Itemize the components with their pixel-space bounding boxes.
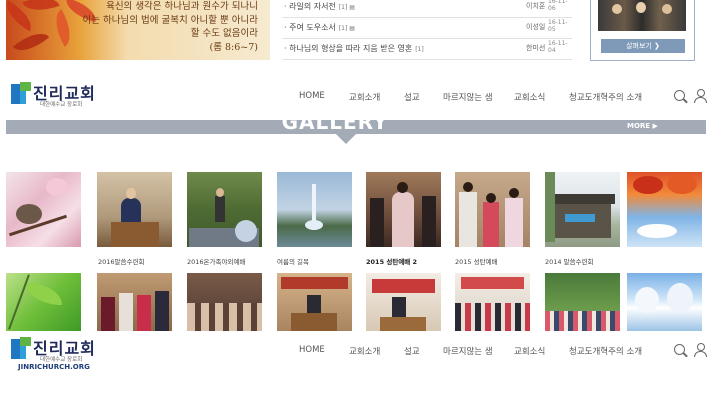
news-list-item[interactable]: · 라일의 자서전 [1] ▤ 이치훈 16-11-06 [282, 0, 572, 18]
nav-puritan-reform[interactable]: 청교도개혁주의 소개 [569, 345, 642, 357]
comment-count: [1] ▤ [338, 4, 355, 11]
comment-count: [1] [415, 46, 424, 53]
news-date: 16-11-06 [548, 0, 568, 12]
user-icon[interactable] [694, 89, 707, 103]
news-author: 이성일 [526, 23, 546, 31]
news-title[interactable]: 라일의 자서전 [289, 2, 336, 11]
maple-leaf-decoration [12, 24, 50, 60]
gallery-thumbnail[interactable] [187, 273, 262, 331]
gallery-thumbnail[interactable] [627, 172, 702, 247]
news-date: 16-11-05 [548, 19, 568, 33]
gallery-caption[interactable]: 2014 말씀수련회 [545, 256, 594, 266]
nav-puritan-reform[interactable]: 청교도개혁주의 소개 [569, 91, 642, 103]
news-date: 16-11-04 [548, 40, 568, 54]
gallery-thumbnail[interactable] [277, 273, 352, 331]
nav-sermon[interactable]: 설교 [404, 91, 420, 103]
comment-count: [1] ▤ [338, 25, 355, 32]
gallery-caption[interactable]: 2015 성탄예배 2 [366, 256, 417, 266]
maple-leaf-decoration [47, 9, 79, 47]
news-author: 한미선 [526, 44, 546, 52]
verse-line: 할 수도 없음이라 [190, 28, 258, 39]
gallery-thumbnail[interactable] [545, 172, 620, 247]
nav-church-intro[interactable]: 교회소개 [349, 345, 380, 357]
news-list-item[interactable]: · 주여 도우소서 [1] ▤ 이성일 16-11-05 [282, 17, 572, 39]
news-title[interactable]: 하나님의 형상을 따라 지음 받은 영혼 [289, 44, 412, 53]
verse-reference: (롬 8:6~7) [209, 41, 258, 53]
nav-fountain[interactable]: 마르지않는 샘 [443, 91, 493, 103]
nav-church-intro[interactable]: 교회소개 [349, 91, 380, 103]
news-list-item[interactable]: · 하나님의 형상을 따라 지음 받은 영혼 [1] 한미선 16-11-04 [282, 38, 572, 60]
gallery-thumbnail[interactable] [545, 273, 620, 331]
gallery-caption[interactable]: 2016말씀수련회 [98, 256, 144, 266]
gallery-thumbnail[interactable] [97, 273, 172, 331]
nav-church-news[interactable]: 교회소식 [514, 345, 545, 357]
nav-fountain[interactable]: 마르지않는 샘 [443, 345, 493, 357]
scripture-verse: 육신의 생각은 하나님과 원수가 되나니 이는 하나님의 법에 굴복치 아니할 … [78, 0, 258, 54]
gallery-title-mask [6, 109, 706, 120]
news-author: 이치훈 [526, 2, 546, 10]
search-icon[interactable] [674, 344, 685, 355]
church-logo-url: JINRICHURCH.ORG [18, 363, 90, 371]
gallery-thumbnail[interactable] [277, 172, 352, 247]
nav-home[interactable]: HOME [299, 91, 325, 101]
gallery-thumbnail[interactable] [6, 273, 81, 331]
church-logo-icon[interactable] [11, 82, 31, 104]
maple-leaf-decoration [22, 0, 60, 18]
news-title[interactable]: 주여 도우소서 [289, 23, 336, 32]
verse-line: 육신의 생각은 하나님과 원수가 되나니 [106, 1, 258, 12]
nav-church-news[interactable]: 교회소식 [514, 91, 545, 103]
gallery-caption[interactable]: 2015 성탄예배 [455, 256, 498, 266]
church-logo-icon[interactable] [11, 337, 31, 359]
nav-sermon[interactable]: 설교 [404, 345, 420, 357]
gallery-thumbnail[interactable] [366, 172, 441, 247]
gallery-thumbnail[interactable] [455, 172, 530, 247]
scripture-banner[interactable]: 육신의 생각은 하나님과 원수가 되나니 이는 하나님의 법에 굴복치 아니할 … [6, 0, 270, 60]
church-logo-subtitle: 대한예수교 장로회 [40, 357, 83, 363]
gallery-caption[interactable]: 2016온가족야외예배 [187, 256, 245, 266]
gallery-pointer [336, 134, 356, 144]
gallery-more-link[interactable]: MORE ▶ [627, 122, 658, 130]
gallery-thumbnail[interactable] [366, 273, 441, 331]
gallery-thumbnail[interactable] [6, 172, 81, 247]
portraits-image[interactable] [598, 0, 686, 31]
verse-line: 이는 하나님의 법에 굴복치 아니할 뿐 아니라 [82, 14, 258, 26]
user-icon[interactable] [694, 343, 707, 357]
gallery-thumbnail[interactable] [455, 273, 530, 331]
view-more-button[interactable]: 살펴보기 ❯ [601, 39, 685, 53]
gallery-thumbnail[interactable] [627, 273, 702, 331]
search-icon[interactable] [674, 90, 685, 101]
nav-home[interactable]: HOME [299, 345, 325, 355]
gallery-caption[interactable]: 여름의 길목 [277, 256, 309, 266]
church-logo-subtitle: 대한예수교 장로회 [40, 102, 83, 108]
gallery-thumbnail[interactable] [97, 172, 172, 247]
puritan-portraits-box: 살펴보기 ❯ [590, 0, 695, 61]
gallery-thumbnail[interactable] [187, 172, 262, 247]
